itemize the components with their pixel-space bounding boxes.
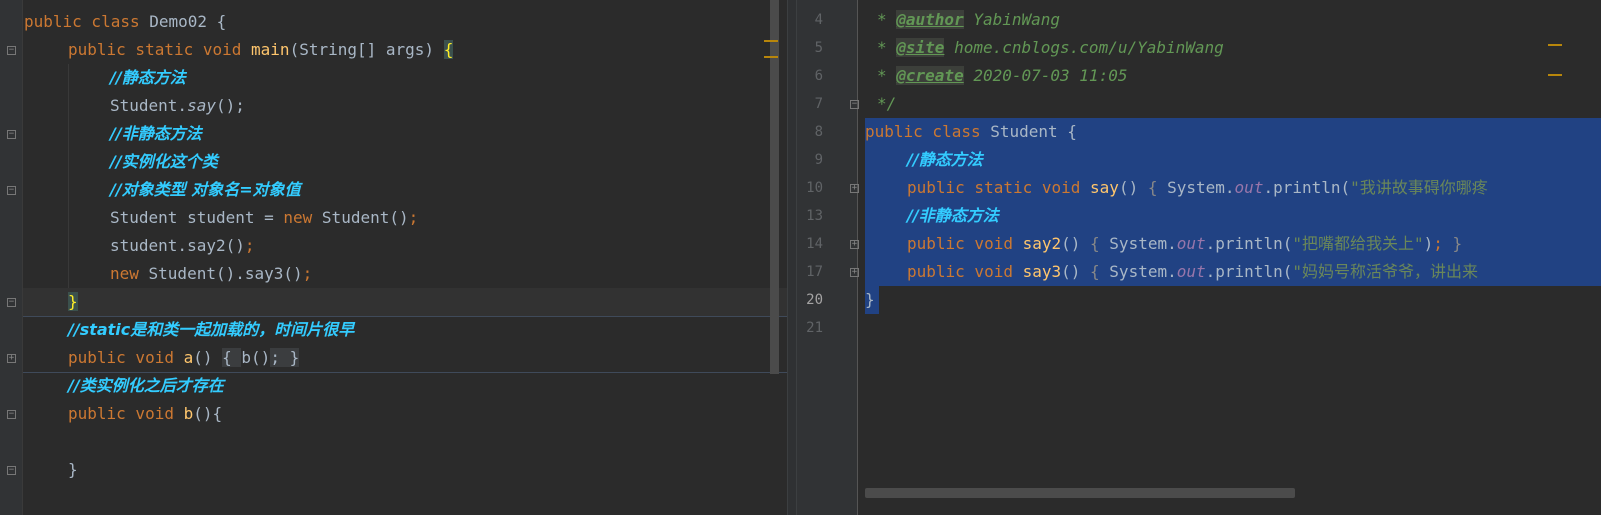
line-number: 9: [814, 152, 823, 168]
warning-marker[interactable]: [764, 56, 778, 58]
code-line[interactable]: //对象类型 对象名=对象值: [110, 176, 301, 204]
editor-split-divider[interactable]: [787, 0, 797, 515]
line-number-current: 20: [806, 292, 823, 308]
warning-marker[interactable]: [1548, 74, 1562, 76]
code-line[interactable]: public class Student {: [865, 118, 1077, 146]
code-line[interactable]: * @author YabinWang: [877, 6, 1060, 34]
fold-icon[interactable]: −: [850, 100, 859, 109]
code-line[interactable]: student.say2();: [110, 232, 255, 260]
code-line[interactable]: //类实例化之后才存在: [68, 372, 224, 400]
unfold-icon[interactable]: +: [850, 268, 859, 277]
warning-marker[interactable]: [764, 40, 778, 42]
code-line[interactable]: //静态方法: [907, 146, 983, 174]
code-line[interactable]: * @create 2020-07-03 11:05: [877, 62, 1127, 90]
code-line[interactable]: public void say3() { System.out.println(…: [907, 258, 1478, 286]
line-number: 13: [806, 208, 823, 224]
code-line[interactable]: //静态方法: [110, 64, 186, 92]
current-line-highlight: [23, 288, 787, 316]
code-line[interactable]: //static是和类一起加载的，时间片很早: [68, 316, 354, 344]
code-line[interactable]: public static void main(String[] args) {: [68, 36, 454, 64]
code-line[interactable]: public void b(){: [68, 400, 222, 428]
line-number: 10: [806, 180, 823, 196]
horizontal-scrollbar[interactable]: [865, 488, 1295, 498]
code-line[interactable]: public void a() { b(); }: [68, 344, 300, 372]
left-gutter[interactable]: [0, 0, 23, 515]
code-line[interactable]: Student.say();: [110, 92, 245, 120]
right-gutter[interactable]: 4 5 6 7 8 9 10 13 14 17 20 21 − + + +: [797, 0, 859, 515]
line-number: 4: [814, 12, 823, 28]
fold-icon[interactable]: −: [7, 130, 16, 139]
fold-icon[interactable]: −: [7, 46, 16, 55]
indent-guide: [68, 64, 69, 288]
code-line[interactable]: public void say2() { System.out.println(…: [907, 230, 1462, 258]
code-line[interactable]: }: [865, 286, 875, 314]
code-line[interactable]: }: [68, 456, 78, 484]
code-line[interactable]: public static void say() { System.out.pr…: [907, 174, 1488, 202]
code-line[interactable]: Student student = new Student();: [110, 204, 418, 232]
fold-icon[interactable]: −: [7, 466, 16, 475]
code-line[interactable]: //非静态方法: [110, 120, 202, 148]
fold-icon[interactable]: −: [7, 186, 16, 195]
code-line[interactable]: //实例化这个类: [110, 148, 218, 176]
code-line[interactable]: }: [68, 288, 78, 316]
right-editor-pane[interactable]: 4 5 6 7 8 9 10 13 14 17 20 21 − + + + * …: [797, 0, 1601, 515]
code-line[interactable]: //非静态方法: [907, 202, 999, 230]
line-number: 5: [814, 40, 823, 56]
line-number: 14: [806, 236, 823, 252]
line-number: 17: [806, 264, 823, 280]
unfold-icon[interactable]: +: [7, 354, 16, 363]
code-line[interactable]: new Student().say3();: [110, 260, 312, 288]
code-line[interactable]: public class Demo02 {: [24, 8, 226, 36]
code-line[interactable]: * @site home.cnblogs.com/u/YabinWang: [877, 34, 1224, 62]
line-number: 6: [814, 68, 823, 84]
line-number: 7: [814, 96, 823, 112]
warning-marker[interactable]: [1548, 44, 1562, 46]
unfold-icon[interactable]: +: [850, 184, 859, 193]
fold-icon[interactable]: −: [7, 298, 16, 307]
fold-icon[interactable]: −: [7, 410, 16, 419]
code-line[interactable]: */: [877, 90, 896, 118]
unfold-icon[interactable]: +: [850, 240, 859, 249]
line-number: 21: [806, 320, 823, 336]
line-number: 8: [814, 124, 823, 140]
left-editor-pane[interactable]: − − − − + − − public class Demo02 { publ…: [0, 0, 787, 515]
